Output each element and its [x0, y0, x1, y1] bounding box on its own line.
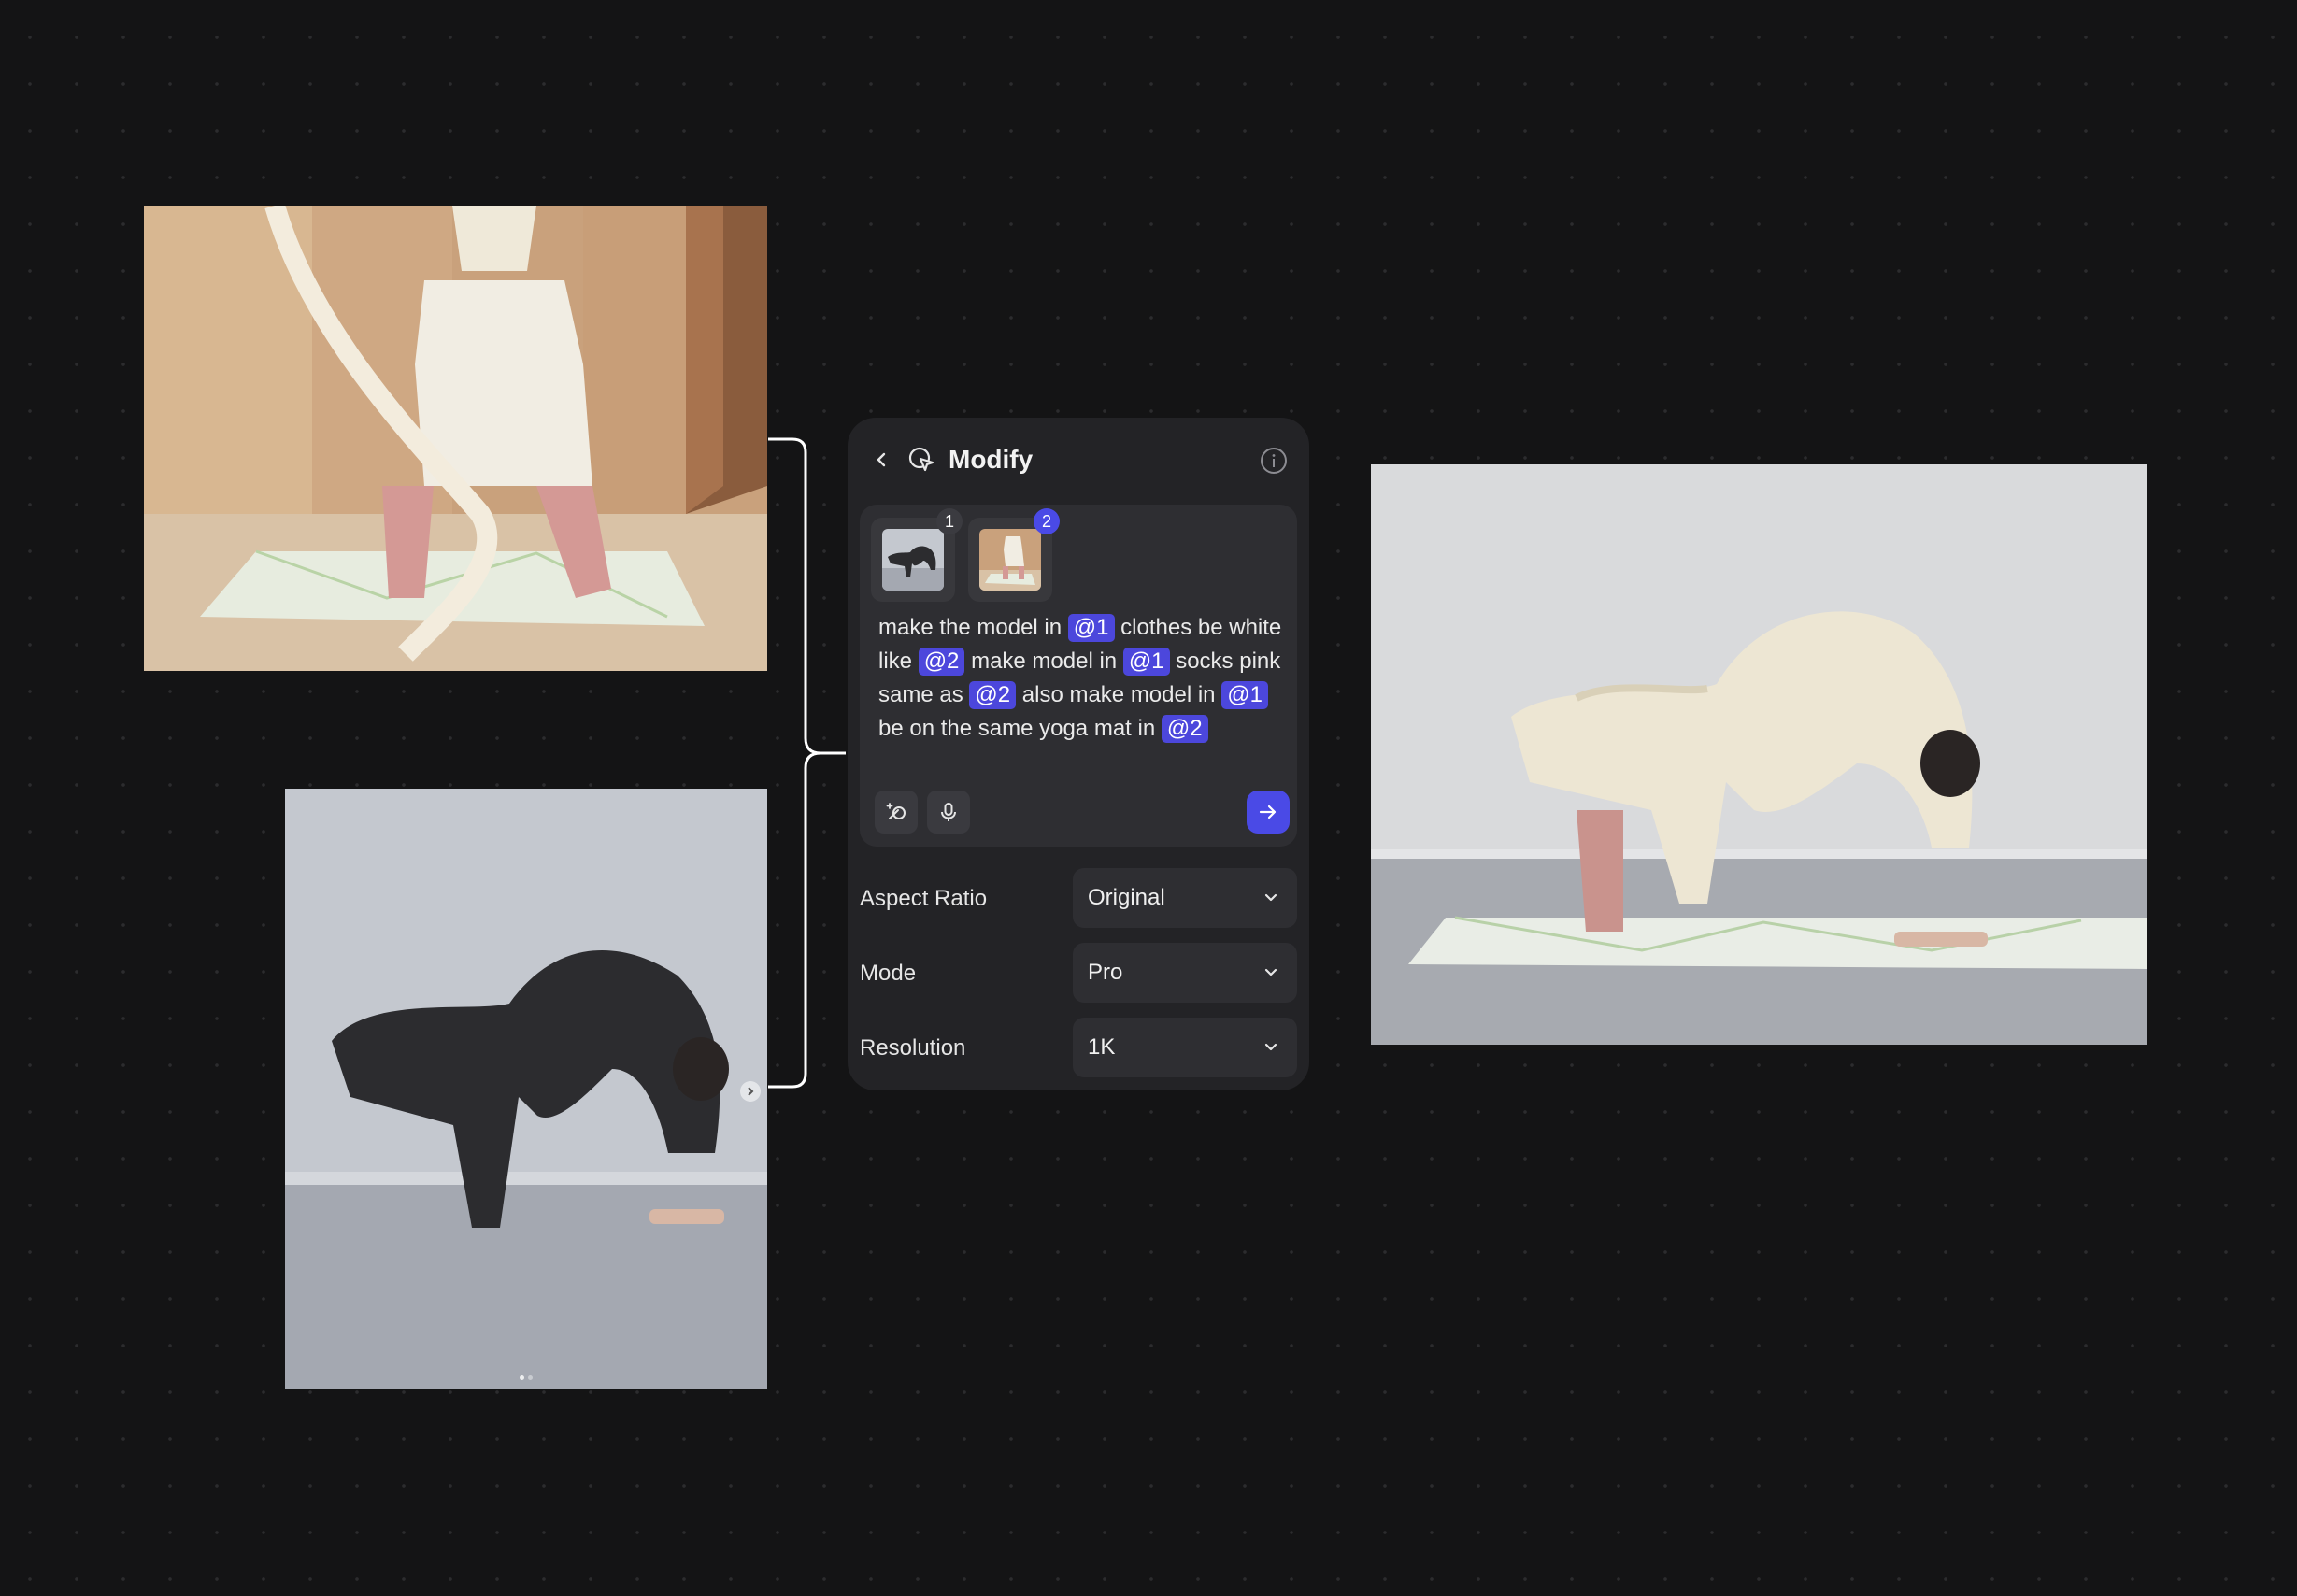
setting-resolution: Resolution 1K	[860, 1018, 1297, 1079]
reference-image-2[interactable]	[144, 206, 767, 671]
select-value: 1K	[1088, 1034, 1116, 1060]
select-value: Pro	[1088, 960, 1123, 985]
chevron-down-icon	[1264, 968, 1277, 976]
mention-chip[interactable]: @1	[1122, 648, 1170, 676]
reference-badge-1: 1	[936, 508, 963, 534]
magic-wand-icon	[886, 803, 906, 819]
chevron-down-icon	[1264, 893, 1277, 902]
magic-button[interactable]	[875, 791, 918, 834]
mention-chip[interactable]: @2	[969, 681, 1017, 709]
prompt-box[interactable]: 1 2 make the model in @1 clothes be whit…	[860, 505, 1297, 847]
mode-select[interactable]: Pro	[1073, 943, 1297, 1003]
setting-label: Aspect Ratio	[860, 886, 988, 911]
chevron-left-icon	[877, 452, 886, 467]
reference-image-1[interactable]	[285, 789, 767, 1389]
select-value: Original	[1088, 885, 1165, 910]
carousel-dots	[520, 1375, 533, 1380]
cursor-sparkle-icon	[906, 444, 937, 476]
info-icon	[1261, 448, 1287, 474]
reference-badge-2: 2	[1034, 508, 1060, 534]
send-button[interactable]	[1247, 791, 1290, 834]
mention-chip[interactable]: @2	[1161, 715, 1208, 743]
back-button[interactable]	[866, 444, 898, 476]
panel-title: Modify	[949, 445, 1034, 474]
result-image[interactable]	[1371, 464, 2147, 1045]
setting-label: Resolution	[860, 1035, 966, 1061]
microphone-button[interactable]	[927, 791, 970, 834]
aspect-ratio-select[interactable]: Original	[1073, 868, 1297, 928]
prompt-text[interactable]: make the model in @1 clothes be white li…	[878, 611, 1290, 746]
prompt-segment: be on the same yoga mat in	[878, 716, 1162, 741]
reference-thumbnail-1[interactable]: 1	[871, 508, 963, 602]
modify-panel: Modify 1 2 make the model in @1 clothes …	[848, 418, 1309, 1090]
setting-label: Mode	[860, 961, 917, 986]
prompt-segment: make model in	[964, 648, 1123, 674]
panel-header: Modify	[848, 418, 1309, 502]
chevron-down-icon	[1264, 1043, 1277, 1051]
arrow-right-icon	[1259, 805, 1277, 819]
carousel-next-icon[interactable]	[740, 1081, 761, 1102]
microphone-icon	[941, 803, 956, 821]
prompt-segment: make the model in	[878, 615, 1068, 640]
prompt-segment: also make model in	[1016, 682, 1222, 707]
setting-mode: Mode Pro	[860, 943, 1297, 1005]
mention-chip[interactable]: @1	[1067, 614, 1115, 642]
reference-thumbnail-2[interactable]: 2	[968, 508, 1060, 602]
info-button[interactable]	[1259, 446, 1289, 476]
mention-chip[interactable]: @2	[918, 648, 965, 676]
mention-chip[interactable]: @1	[1221, 681, 1268, 709]
resolution-select[interactable]: 1K	[1073, 1018, 1297, 1077]
setting-aspect-ratio: Aspect Ratio Original	[860, 868, 1297, 930]
